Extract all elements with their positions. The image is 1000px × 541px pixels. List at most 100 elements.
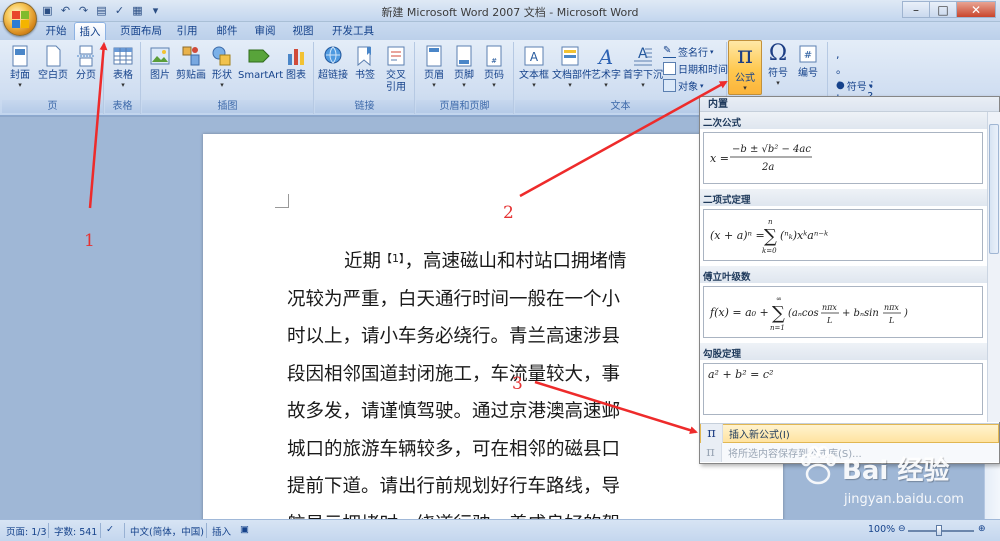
- table-button[interactable]: 表格 ▾: [109, 44, 137, 89]
- cross-reference-button[interactable]: 交叉 引用: [381, 44, 411, 94]
- tab-mailings[interactable]: 邮件: [212, 22, 242, 40]
- svg-text:f(x) = a₀ +: f(x) = a₀ +: [709, 306, 769, 319]
- insert-new-equation-item[interactable]: π 插入新公式(I): [700, 424, 999, 443]
- textbox-button[interactable]: A 文本框 ▾: [517, 44, 551, 89]
- zoom-slider-thumb[interactable]: [936, 525, 942, 536]
- page-break-button[interactable]: 分页: [72, 44, 100, 82]
- redo-icon[interactable]: ↷: [76, 3, 91, 18]
- step-number-1: 1: [84, 231, 95, 251]
- equation-dropdown-icon: ▾: [743, 84, 747, 92]
- tab-page-layout[interactable]: 页面布局: [116, 22, 166, 40]
- shapes-button[interactable]: 形状 ▾: [208, 44, 236, 89]
- quick-access-toolbar: ▣ ↶ ↷ ▤ ✓ ▦ ▾: [40, 3, 163, 18]
- window-controls: – □ ✕: [902, 1, 996, 18]
- equation-button[interactable]: π 公式 ▾: [728, 40, 762, 95]
- drop-cap-button[interactable]: A 首字下沉 ▾: [623, 44, 663, 89]
- watermark-url: jingyan.baidu.com: [844, 492, 964, 507]
- number-button[interactable]: # 编号: [795, 42, 821, 80]
- tab-view[interactable]: 视图: [288, 22, 318, 40]
- quick-parts-button[interactable]: 文档部件 ▾: [552, 44, 592, 89]
- page-count[interactable]: 页面: 1/3: [6, 524, 47, 538]
- smartart-button[interactable]: SmartArt: [238, 44, 283, 82]
- bookmark-button[interactable]: 书签: [351, 44, 379, 82]
- document-paragraph[interactable]: 近期【1】，高速磁山和村站口拥堵情 况较为严重，白天通行时间一般在一个小 时以上…: [287, 240, 687, 519]
- zoom-level[interactable]: 100%: [868, 524, 895, 535]
- svg-text:k=0: k=0: [762, 247, 777, 255]
- paragraph-line: 况较为严重，白天通行时间一般在一个小: [287, 288, 621, 310]
- svg-text:∞: ∞: [776, 295, 782, 303]
- office-logo-icon: [12, 11, 30, 29]
- word-count[interactable]: 字数: 541: [54, 524, 97, 538]
- paragraph-line: 航显示拥堵时，绕道行驶，养成良好的驾: [287, 506, 687, 520]
- clipart-button[interactable]: 剪贴画: [175, 44, 207, 82]
- paragraph-line: 时以上，请小车务必绕行。青兰高速涉县: [287, 326, 621, 347]
- blank-page-button[interactable]: 空白页: [36, 44, 70, 82]
- gallery-item-quadratic[interactable]: 二次公式 x = −b ± √b² − 4ac 2a: [700, 112, 987, 189]
- paragraph-line: 近期【1】，高速磁山和村站口拥堵情: [344, 251, 627, 272]
- hyperlink-button[interactable]: 超链接: [317, 44, 349, 82]
- margin-corner-mark: [275, 194, 289, 208]
- office-button[interactable]: [3, 2, 37, 36]
- gallery-item-binomial[interactable]: 二项式定理 (x + a)ⁿ = n ∑ k=0 (ⁿₖ)xᵏaⁿ⁻ᵏ: [700, 189, 987, 266]
- save-icon[interactable]: ▣: [40, 3, 55, 18]
- wordart-button[interactable]: A 艺术字 ▾: [589, 44, 623, 89]
- tab-review[interactable]: 审阅: [250, 22, 280, 40]
- status-bar: 页面: 1/3 字数: 541 ✓ 中文(简体，中国) 插入 ▣ 100% ⊖ …: [0, 519, 1000, 541]
- tab-developer[interactable]: 开发工具: [328, 22, 378, 40]
- macro-icon[interactable]: ▣: [240, 524, 249, 535]
- symbol-button[interactable]: Ω 符号 ▾: [765, 42, 791, 87]
- pythagorean-theorem[interactable]: a² + b² = c²: [703, 363, 983, 415]
- picture-icon: [150, 47, 170, 65]
- print-preview-icon[interactable]: ▤: [94, 3, 109, 18]
- fourier-series[interactable]: f(x) = a₀ + ∞ ∑ n=1 (aₙcos nπx L + bₙsin…: [703, 286, 983, 338]
- language-indicator[interactable]: 中文(简体，中国): [130, 524, 204, 538]
- title-bar: ▣ ↶ ↷ ▤ ✓ ▦ ▾ 新建 Microsoft Word 2007 文档 …: [0, 0, 1000, 22]
- header-button[interactable]: 页眉 ▾: [420, 44, 448, 89]
- quadratic-formula[interactable]: x = −b ± √b² − 4ac 2a: [703, 132, 983, 184]
- fourier-series-render: f(x) = a₀ + ∞ ∑ n=1 (aₙcos nπx L + bₙsin…: [709, 295, 908, 332]
- save-to-gallery-icon: π: [700, 443, 722, 462]
- object-button[interactable]: 对象 ▾: [663, 78, 704, 93]
- picture-button[interactable]: 图片: [146, 44, 174, 82]
- svg-text:∑: ∑: [764, 226, 777, 247]
- proofing-icon[interactable]: ✓: [106, 524, 114, 535]
- gallery-scroll-thumb[interactable]: [989, 124, 999, 254]
- binomial-theorem[interactable]: (x + a)ⁿ = n ∑ k=0 (ⁿₖ)xᵏaⁿ⁻ᵏ: [703, 209, 983, 261]
- date-time-button[interactable]: 日期和时间: [663, 61, 728, 76]
- footer-button[interactable]: 页脚 ▾: [450, 44, 478, 89]
- textbox-icon: A: [524, 46, 544, 66]
- omega-icon: Ω: [768, 41, 788, 66]
- gallery-item-fourier[interactable]: 傅立叶级数 f(x) = a₀ + ∞ ∑ n=1 (aₙcos nπx L +…: [700, 266, 987, 343]
- zoom-out-icon[interactable]: ⊖: [898, 524, 906, 534]
- drop-cap-icon: A: [634, 46, 652, 66]
- maximize-button[interactable]: □: [929, 1, 957, 18]
- close-button[interactable]: ✕: [956, 1, 996, 18]
- special-symbol-button[interactable]: ● 符号 ▾: [836, 78, 872, 93]
- cover-button[interactable]: 封面 ▾: [6, 44, 34, 89]
- gallery-list: 二次公式 x = −b ± √b² − 4ac 2a 二项式定理 (x + a)…: [700, 112, 987, 422]
- svg-text:nπx: nπx: [822, 303, 837, 312]
- page-number-button[interactable]: # 页码 ▾: [480, 44, 508, 89]
- cross-reference-icon: [387, 46, 405, 66]
- svg-text:∑: ∑: [772, 303, 785, 324]
- punctuation-grid-icon[interactable]: , 。 ◦ ; : ?: [836, 48, 887, 103]
- signature-line-button[interactable]: ✎ 签名行 ▾: [663, 44, 714, 59]
- chart-button[interactable]: 图表: [282, 44, 310, 82]
- gallery-item-pythagorean[interactable]: 勾股定理 a² + b² = c²: [700, 343, 987, 420]
- tab-home[interactable]: 开始: [40, 22, 72, 40]
- equation-gallery: 内置 二次公式 x = −b ± √b² − 4ac 2a 二项式定理 (x +…: [699, 96, 1000, 464]
- zoom-in-icon[interactable]: ⊕: [978, 524, 986, 534]
- tab-references[interactable]: 引用: [172, 22, 202, 40]
- insert-mode[interactable]: 插入: [212, 524, 231, 538]
- qat-customize-icon[interactable]: ▾: [148, 3, 163, 18]
- format-icon[interactable]: ▦: [130, 3, 145, 18]
- tab-insert[interactable]: 插入: [74, 22, 106, 41]
- quick-parts-icon: [561, 46, 579, 66]
- document-page[interactable]: 近期【1】，高速磁山和村站口拥堵情 况较为严重，白天通行时间一般在一个小 时以上…: [203, 134, 783, 519]
- undo-icon[interactable]: ↶: [58, 3, 73, 18]
- spelling-icon[interactable]: ✓: [112, 3, 127, 18]
- svg-text:2a: 2a: [761, 162, 774, 173]
- minimize-button[interactable]: –: [902, 1, 930, 18]
- gallery-scrollbar[interactable]: [987, 112, 1000, 422]
- watermark-brand: Bai 经验: [842, 456, 950, 486]
